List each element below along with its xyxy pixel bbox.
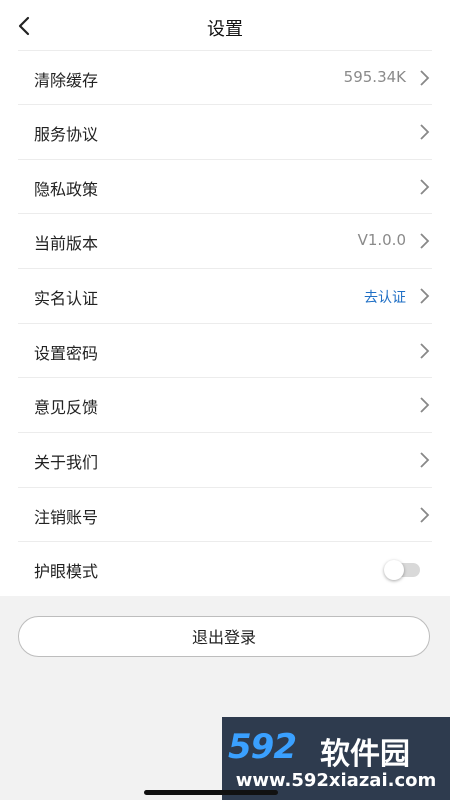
watermark-brand: 软件园 <box>320 737 410 772</box>
row-service-agreement[interactable]: 服务协议 <box>18 104 432 159</box>
chevron-right-icon <box>420 507 430 523</box>
row-label: 实名认证 <box>34 289 99 308</box>
row-label: 隐私政策 <box>34 180 99 199</box>
watermark-url: www.592xiazai.com <box>235 770 437 791</box>
row-label: 意见反馈 <box>34 398 99 417</box>
chevron-right-icon <box>420 233 430 249</box>
row-set-password[interactable]: 设置密码 <box>18 323 432 378</box>
chevron-right-icon <box>420 343 430 359</box>
settings-list: 清除缓存 595.34K 服务协议 隐私政策 当前版本 V1.0.0 实名认证 … <box>0 50 450 596</box>
row-feedback[interactable]: 意见反馈 <box>18 377 432 432</box>
toggle-knob <box>384 560 404 580</box>
verify-link[interactable]: 去认证 <box>364 287 406 307</box>
logout-button[interactable]: 退出登录 <box>18 616 430 657</box>
row-label: 当前版本 <box>34 234 99 253</box>
row-real-name-verification[interactable]: 实名认证 去认证 <box>18 268 432 323</box>
row-label: 清除缓存 <box>34 71 99 90</box>
row-label: 设置密码 <box>34 344 99 363</box>
cache-size-value: 595.34K <box>343 68 406 86</box>
row-label: 注销账号 <box>34 508 99 527</box>
row-privacy-policy[interactable]: 隐私政策 <box>18 159 432 214</box>
chevron-right-icon <box>420 288 430 304</box>
chevron-right-icon <box>420 70 430 86</box>
chevron-right-icon <box>420 452 430 468</box>
row-eye-care-mode: 护眼模式 <box>18 541 432 596</box>
chevron-right-icon <box>420 179 430 195</box>
page-title: 设置 <box>207 19 243 40</box>
eye-care-toggle[interactable] <box>384 560 420 580</box>
row-label: 护眼模式 <box>34 562 99 581</box>
top-bar: 设置 <box>0 0 450 50</box>
version-value: V1.0.0 <box>357 231 406 249</box>
status-bar-fragment <box>0 0 450 2</box>
chevron-right-icon <box>420 124 430 140</box>
row-label: 关于我们 <box>34 453 99 472</box>
row-delete-account[interactable]: 注销账号 <box>18 487 432 542</box>
row-about-us[interactable]: 关于我们 <box>18 432 432 487</box>
row-label: 服务协议 <box>34 125 99 144</box>
row-current-version[interactable]: 当前版本 V1.0.0 <box>18 213 432 268</box>
watermark-logo: 592 软件园 www.592xiazai.com <box>222 717 450 800</box>
home-indicator <box>144 790 278 795</box>
row-clear-cache[interactable]: 清除缓存 595.34K <box>18 50 432 105</box>
watermark-number: 592 <box>228 727 297 767</box>
chevron-right-icon <box>420 397 430 413</box>
